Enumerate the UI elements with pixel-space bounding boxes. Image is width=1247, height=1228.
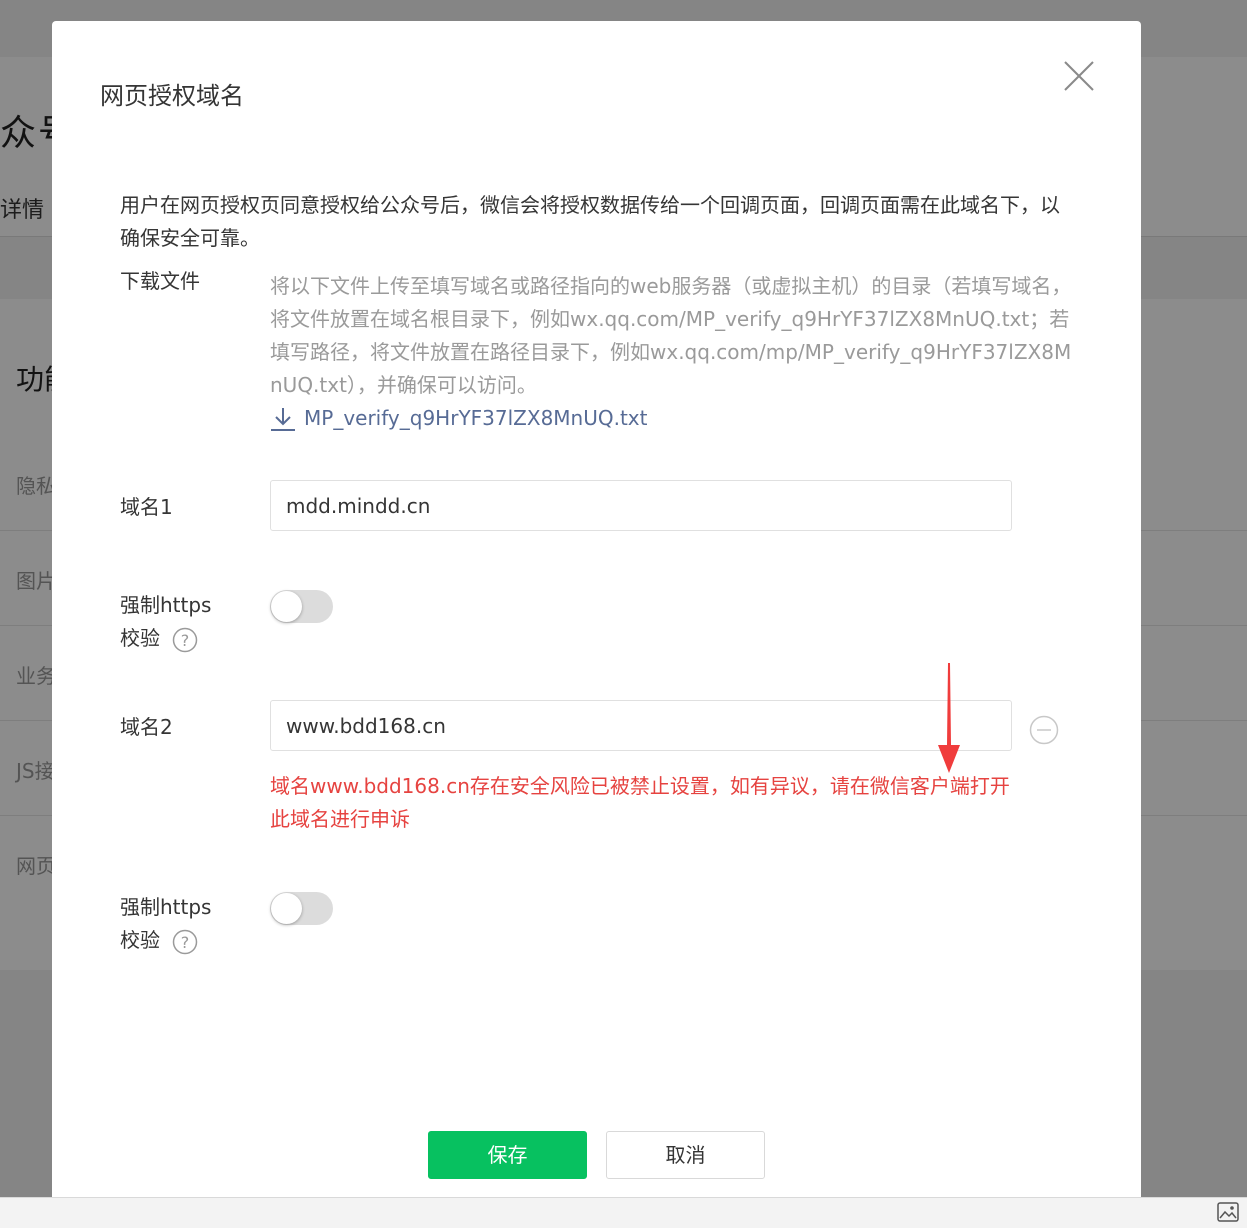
toggle-knob (271, 591, 302, 622)
domain2-input[interactable] (271, 701, 1001, 750)
image-icon[interactable] (1217, 1202, 1239, 1222)
download-icon (271, 407, 295, 431)
https-label-line1: 强制https (120, 593, 212, 617)
domain2-error-message: 域名www.bdd168.cn存在安全风险已被禁止设置，如有异议，请在微信客户端… (270, 774, 1010, 831)
domain1-https-toggle[interactable] (270, 590, 333, 623)
close-icon[interactable] (1062, 59, 1096, 93)
dialog-title: 网页授权域名 (100, 82, 244, 110)
download-instructions: 将以下文件上传至填写域名或路径指向的web服务器（或虚拟主机）的目录（若填写域名… (270, 274, 1072, 397)
status-bar (0, 1197, 1247, 1228)
domain-auth-dialog: 网页授权域名 用户在网页授权页同意授权给公众号后，微信会将授权数据传给一个回调页… (52, 21, 1141, 1197)
svg-text:?: ? (181, 631, 190, 650)
domain1-input-box (270, 480, 1012, 531)
domain2-input-box (270, 700, 1012, 751)
toggle-knob (271, 893, 302, 924)
save-button[interactable]: 保存 (428, 1131, 587, 1179)
domain1-https-label: 强制https 校验 ? (120, 589, 211, 655)
remove-domain-icon[interactable] (1029, 715, 1059, 745)
help-icon[interactable]: ? (172, 929, 198, 955)
cancel-button[interactable]: 取消 (606, 1131, 765, 1179)
annotation-arrow-icon (938, 663, 960, 773)
download-file-name: MP_verify_q9HrYF37lZX8MnUQ.txt (304, 406, 648, 430)
download-file-label: 下载文件 (120, 269, 200, 293)
domain2-https-label: 强制https 校验 ? (120, 891, 211, 957)
domain2-https-toggle[interactable] (270, 892, 333, 925)
domain2-label: 域名2 (120, 715, 173, 739)
https-label-line2: 校验 (120, 928, 160, 952)
download-file-link[interactable]: MP_verify_q9HrYF37lZX8MnUQ.txt (270, 402, 648, 435)
https-label-line1: 强制https (120, 895, 212, 919)
domain1-label: 域名1 (120, 495, 173, 519)
domain1-input[interactable] (271, 481, 1001, 530)
https-label-line2: 校验 (120, 626, 160, 650)
dialog-description: 用户在网页授权页同意授权给公众号后，微信会将授权数据传给一个回调页面，回调页面需… (120, 193, 1060, 250)
svg-text:?: ? (181, 933, 190, 952)
help-icon[interactable]: ? (172, 627, 198, 653)
